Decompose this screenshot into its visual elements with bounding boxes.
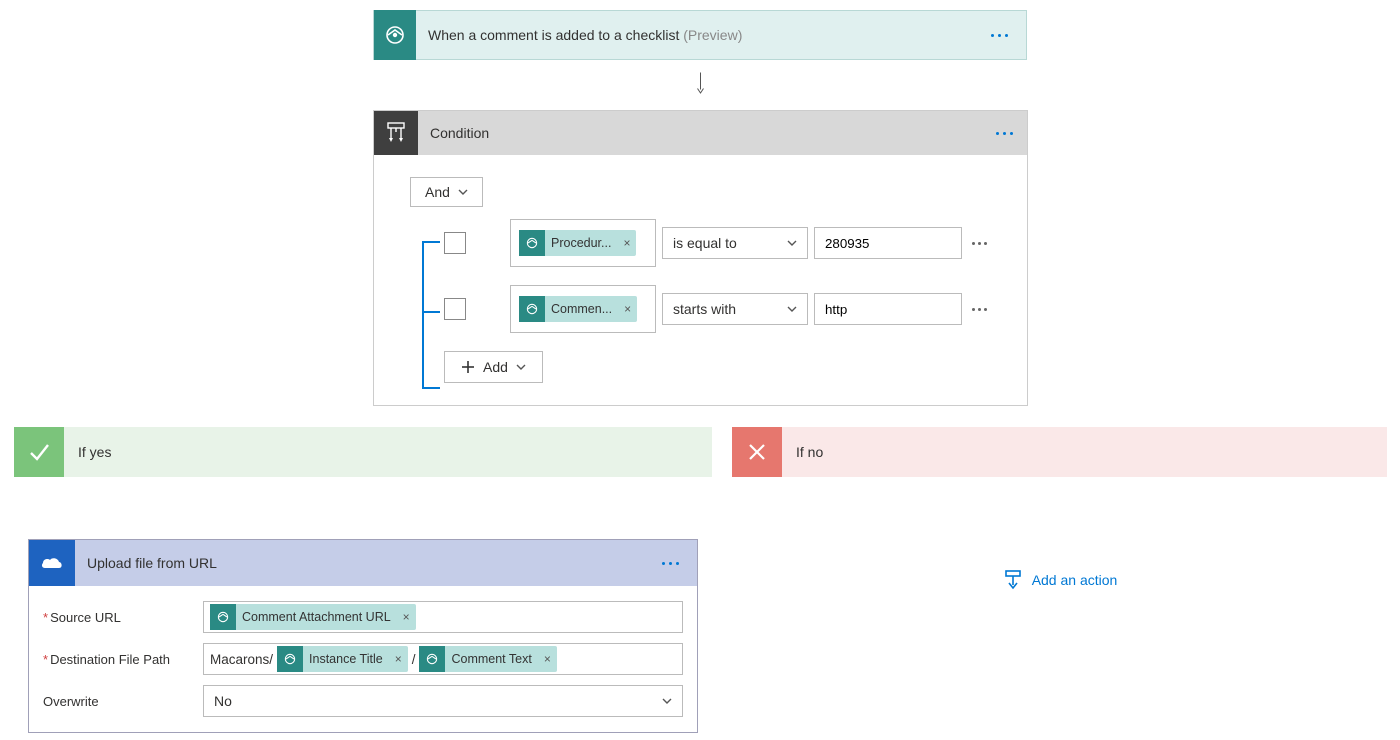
token-connector-icon (210, 604, 236, 630)
overwrite-label: Overwrite (43, 694, 203, 709)
condition-row: Commen... × starts with (410, 285, 991, 333)
value-input[interactable] (814, 293, 962, 325)
upload-action-card: Upload file from URL Source URL Comment … (28, 539, 698, 733)
connector-icon (374, 10, 416, 60)
if-no-header[interactable]: If no (732, 427, 1387, 477)
condition-icon (374, 111, 418, 155)
source-url-label: Source URL (43, 610, 203, 625)
dynamic-token[interactable]: Comment Text × (419, 646, 556, 672)
close-icon (732, 427, 782, 477)
condition-title: Condition (430, 125, 990, 141)
dynamic-token[interactable]: Comment Attachment URL × (210, 604, 416, 630)
if-yes-branch: If yes Upload file from URL Source URL C… (14, 427, 712, 733)
token-connector-icon (419, 646, 445, 672)
row-menu[interactable] (972, 242, 987, 245)
dest-path-label: Destination File Path (43, 652, 203, 667)
row-checkbox[interactable] (444, 298, 466, 320)
dynamic-token[interactable]: Instance Title × (277, 646, 408, 672)
condition-card: Condition And Procedur... × (373, 110, 1028, 406)
dest-path-field[interactable]: Macarons/ Instance Title × / Comment Tex… (203, 643, 683, 675)
condition-header[interactable]: Condition (374, 111, 1027, 155)
condition-menu[interactable] (990, 126, 1019, 141)
value-input[interactable] (814, 227, 962, 259)
onedrive-icon (29, 540, 75, 586)
token-remove[interactable]: × (538, 652, 557, 666)
trigger-card[interactable]: When a comment is added to a checklist (… (373, 10, 1027, 60)
logic-dropdown[interactable]: And (410, 177, 483, 207)
operator-select[interactable]: starts with (662, 293, 808, 325)
row-checkbox[interactable] (444, 232, 466, 254)
chevron-down-icon (516, 364, 526, 370)
add-condition-button[interactable]: Add (444, 351, 543, 383)
chevron-down-icon (458, 189, 468, 195)
token-remove[interactable]: × (397, 610, 416, 624)
left-operand-field[interactable]: Commen... × (510, 285, 656, 333)
token-connector-icon (277, 646, 303, 672)
condition-row: Procedur... × is equal to (410, 219, 991, 267)
overwrite-select[interactable]: No (203, 685, 683, 717)
operator-select[interactable]: is equal to (662, 227, 808, 259)
dynamic-token[interactable]: Commen... × (519, 296, 637, 322)
token-connector-icon (519, 230, 545, 256)
action-menu[interactable] (656, 556, 685, 571)
token-connector-icon (519, 296, 545, 322)
trigger-title: When a comment is added to a checklist (… (428, 27, 985, 43)
dynamic-token[interactable]: Procedur... × (519, 230, 636, 256)
token-remove[interactable]: × (618, 302, 637, 316)
add-action-icon (1002, 569, 1024, 591)
if-yes-header[interactable]: If yes (14, 427, 712, 477)
action-header[interactable]: Upload file from URL (29, 540, 697, 586)
check-icon (14, 427, 64, 477)
add-action-button[interactable]: Add an action (732, 569, 1387, 591)
plus-icon (461, 360, 475, 374)
left-operand-field[interactable]: Procedur... × (510, 219, 656, 267)
token-remove[interactable]: × (617, 236, 636, 250)
chevron-down-icon (787, 240, 797, 246)
chevron-down-icon (662, 698, 672, 704)
if-no-branch: If no Add an action (732, 427, 1387, 591)
token-remove[interactable]: × (389, 652, 408, 666)
row-menu[interactable] (972, 308, 987, 311)
trigger-menu[interactable] (985, 28, 1014, 43)
source-url-field[interactable]: Comment Attachment URL × (203, 601, 683, 633)
arrow-icon (697, 62, 704, 104)
chevron-down-icon (787, 306, 797, 312)
